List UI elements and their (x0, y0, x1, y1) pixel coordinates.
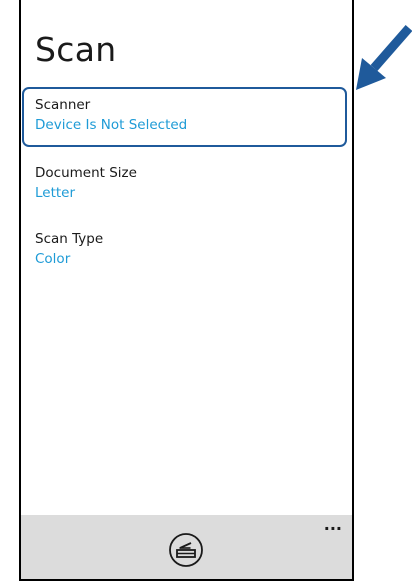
app-bar: ... (21, 515, 352, 579)
page-title: Scan (35, 30, 117, 69)
setting-label-document-size: Document Size (35, 165, 137, 181)
setting-document-size[interactable]: Document Size Letter (21, 164, 352, 208)
setting-label-scan-type: Scan Type (35, 231, 104, 247)
setting-value-scan-type: Color (35, 251, 71, 267)
screenshot-stage: Scan Scanner Device Is Not Selected Docu… (0, 0, 412, 581)
setting-scan-type[interactable]: Scan Type Color (21, 230, 352, 274)
scan-icon[interactable] (168, 532, 204, 568)
setting-value-document-size: Letter (35, 185, 76, 201)
more-options-button[interactable]: ... (324, 515, 342, 535)
pointer-arrow-icon (356, 25, 412, 90)
scanner-highlight-box (22, 87, 347, 147)
